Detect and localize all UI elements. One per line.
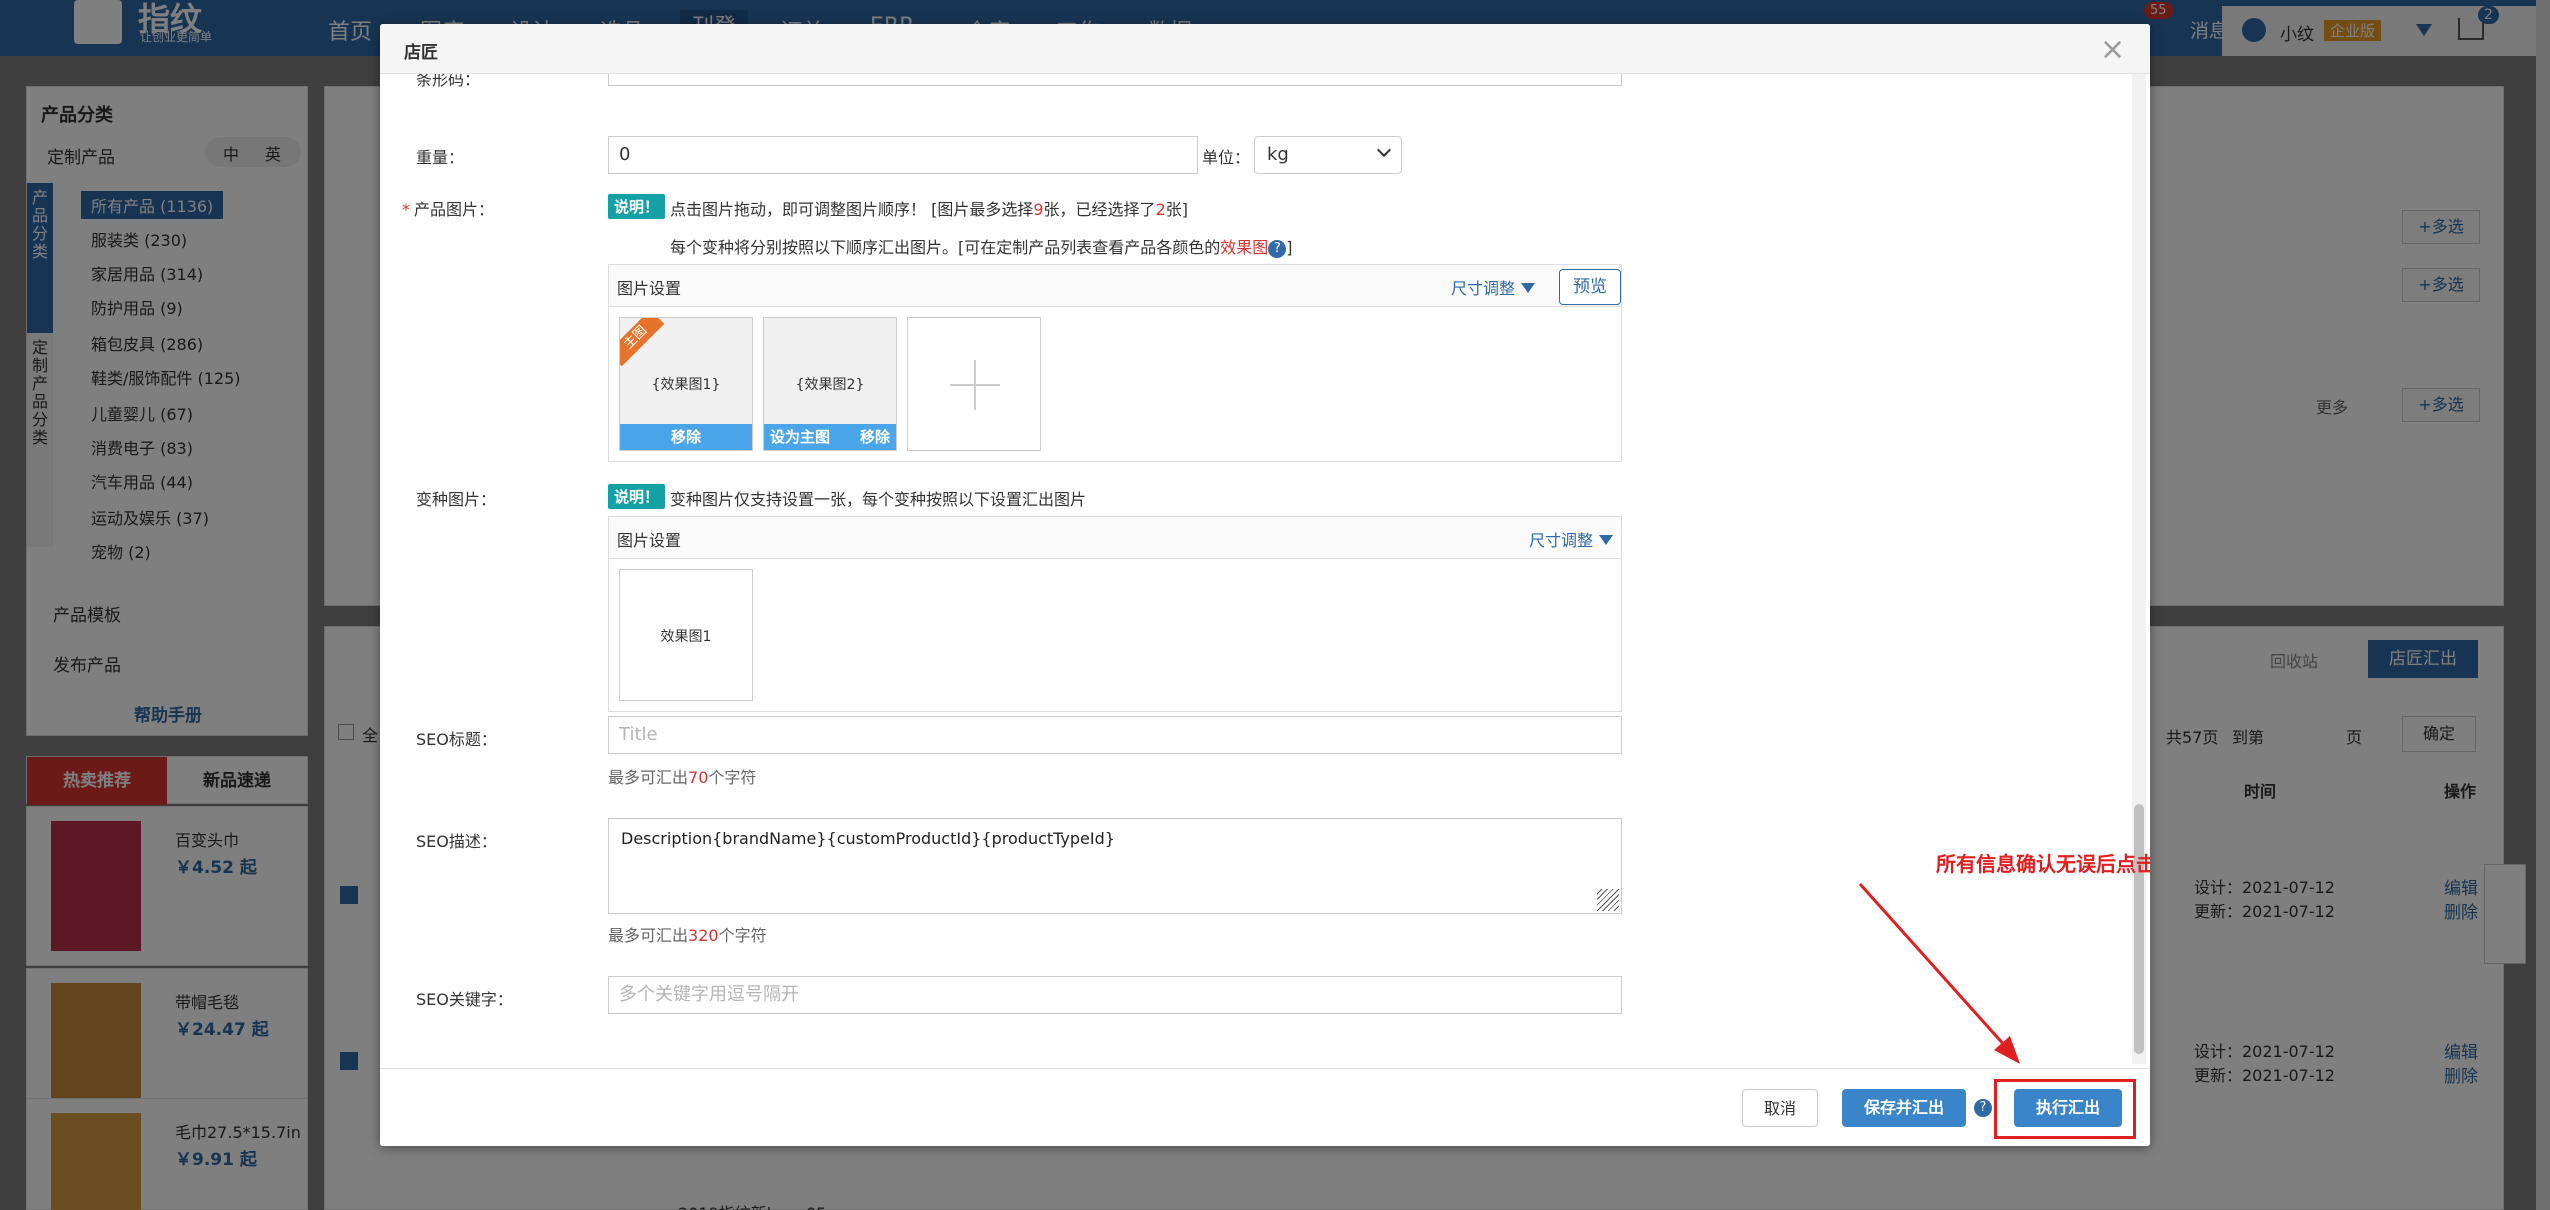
execute-export-button[interactable]: 执行汇出 [2014, 1089, 2122, 1127]
annotation-arrow [1858, 882, 2020, 1064]
help-icon[interactable]: ? [1974, 1099, 1992, 1117]
save-and-export-button[interactable]: 保存并汇出 [1842, 1089, 1966, 1127]
export-dialog: 店匠 × 条形码： 重量： 0 单位： kg * 产品图片： 说明！ 点击图片拖动… [380, 24, 2150, 1146]
dialog-footer: 取消 保存并汇出 ? 执行汇出 [380, 1068, 2150, 1146]
cancel-button[interactable]: 取消 [1742, 1089, 1818, 1127]
